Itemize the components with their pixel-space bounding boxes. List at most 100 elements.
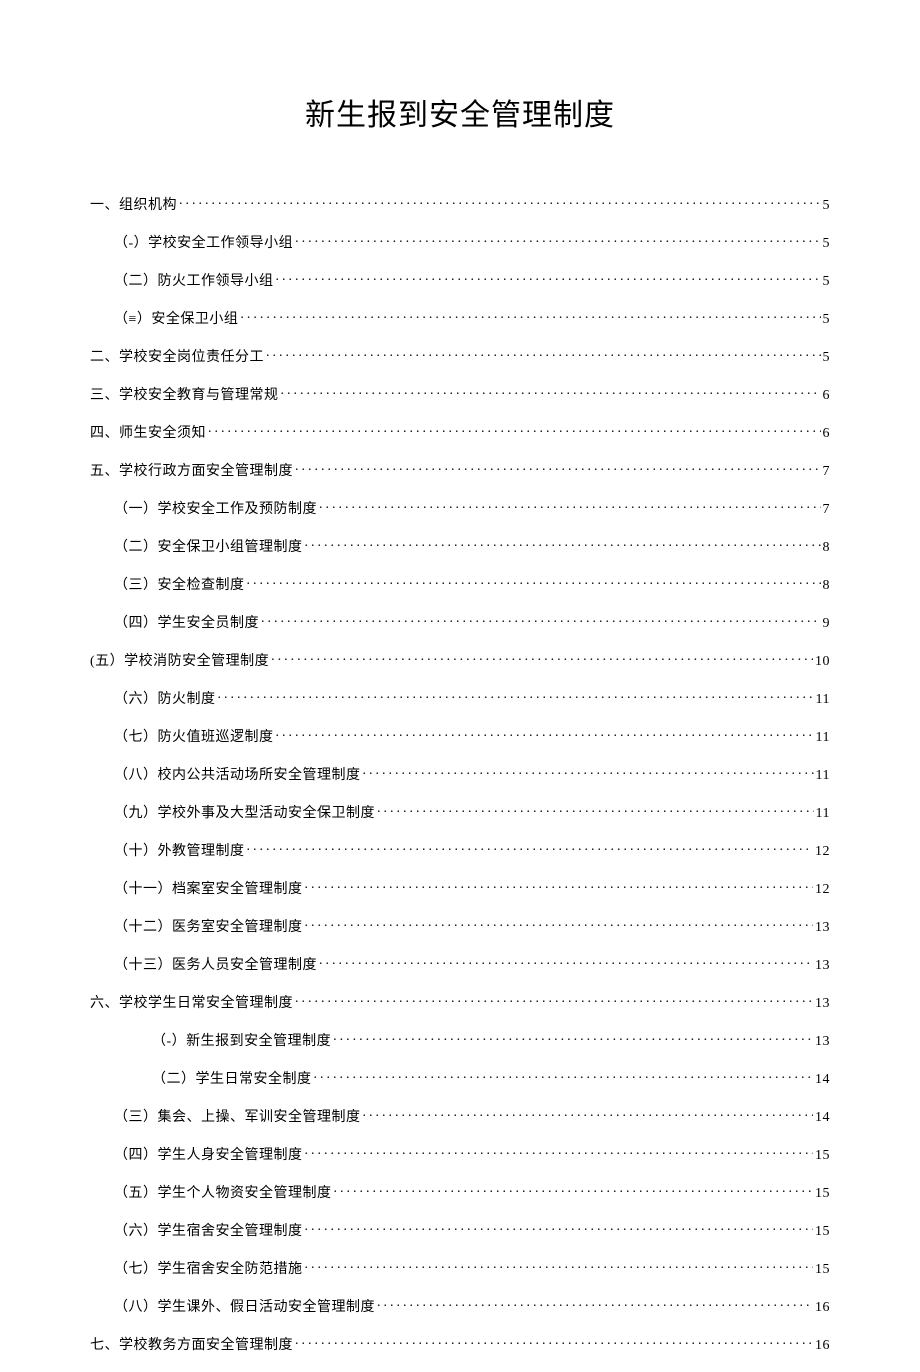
toc-entry-label: （七）防火值班巡逻制度 <box>114 726 274 746</box>
toc-entry: （八）学生课外、假日活动安全管理制度 16 <box>114 1296 830 1316</box>
toc-entry-label: （六）学生宿舍安全管理制度 <box>114 1220 303 1240</box>
toc-leader <box>295 993 813 1007</box>
toc-entry-label: （二）防火工作领导小组 <box>114 270 274 290</box>
toc-leader <box>247 841 814 855</box>
toc-leader <box>261 613 821 627</box>
toc-entry: 三、学校安全教育与管理常规6 <box>90 384 830 404</box>
toc-leader <box>319 955 813 969</box>
toc-entry-label: （一）学校安全工作及预防制度 <box>114 498 317 518</box>
toc-leader <box>271 651 813 665</box>
toc-entry-page: 15 <box>815 1148 830 1164</box>
toc-entry-label: （十三）医务人员安全管理制度 <box>114 954 317 974</box>
toc-entry: （二）防火工作领导小组 5 <box>114 270 830 290</box>
toc-entry-label: 四、师生安全须知 <box>90 422 206 442</box>
toc-entry-page: 5 <box>823 236 831 252</box>
toc-entry-label: （七）学生宿舍安全防范措施 <box>114 1258 303 1278</box>
toc-entry-label: （三）安全检查制度 <box>114 574 245 594</box>
toc-entry-label: （-）新生报到安全管理制度 <box>152 1030 331 1050</box>
toc-entry-page: 16 <box>815 1300 830 1316</box>
toc-entry-page: 14 <box>815 1072 830 1088</box>
toc-leader <box>314 1069 814 1083</box>
toc-entry-page: 15 <box>815 1186 830 1202</box>
toc-entry-label: （-）学校安全工作领导小组 <box>114 232 293 252</box>
toc-entry-page: 15 <box>815 1262 830 1278</box>
toc-entry: （-）学校安全工作领导小组 5 <box>114 232 830 252</box>
toc-entry: （十一）档案室安全管理制度 12 <box>114 878 830 898</box>
toc-entry: 一、组织机构5 <box>90 194 830 214</box>
toc-entry: 四、师生安全须知 6 <box>90 422 830 442</box>
toc-entry-label: （八）校内公共活动场所安全管理制度 <box>114 764 361 784</box>
toc-entry: （三）安全检查制度 8 <box>114 574 830 594</box>
toc-leader <box>266 347 821 361</box>
toc-entry: （七）防火值班巡逻制度 11 <box>114 726 830 746</box>
toc-entry-label: 七、学校教务方面安全管理制度 <box>90 1334 293 1354</box>
toc-entry: 六、学校学生日常安全管理制度13 <box>90 992 830 1012</box>
toc-entry-page: 5 <box>823 312 831 328</box>
page-title: 新生报到安全管理制度 <box>90 90 830 134</box>
toc-leader <box>208 423 821 437</box>
toc-leader <box>247 575 821 589</box>
toc-entry: （二）学生日常安全制度14 <box>152 1068 830 1088</box>
toc-entry-page: 8 <box>823 578 831 594</box>
toc-entry: （十二）医务室安全管理制度 13 <box>114 916 830 936</box>
toc-entry: （九）学校外事及大型活动安全保卫制度11 <box>114 802 830 822</box>
toc-entry: （七）学生宿舍安全防范措施 15 <box>114 1258 830 1278</box>
toc-entry-page: 13 <box>815 1034 830 1050</box>
toc-leader <box>319 499 821 513</box>
toc-entry-label: （四）学生人身安全管理制度 <box>114 1144 303 1164</box>
toc-leader <box>334 1183 814 1197</box>
toc-entry-label: （十一）档案室安全管理制度 <box>114 878 303 898</box>
toc-entry: （-）新生报到安全管理制度 13 <box>152 1030 830 1050</box>
toc-entry-page: 7 <box>823 502 831 518</box>
toc-leader <box>363 765 814 779</box>
toc-leader <box>333 1031 813 1045</box>
toc-entry-label: （九）学校外事及大型活动安全保卫制度 <box>114 802 375 822</box>
toc-leader <box>240 309 820 323</box>
toc-leader <box>305 1259 814 1273</box>
toc-leader <box>281 385 821 399</box>
toc-leader <box>377 803 814 817</box>
toc-entry-label: （六）防火制度 <box>114 688 216 708</box>
toc-entry-page: 15 <box>815 1224 830 1240</box>
toc-entry-label: 六、学校学生日常安全管理制度 <box>90 992 293 1012</box>
toc-entry: (五）学校消防安全管理制度10 <box>90 650 830 670</box>
toc-entry-label: （八）学生课外、假日活动安全管理制度 <box>114 1296 375 1316</box>
toc-entry-page: 11 <box>816 768 830 784</box>
toc-entry: （二）安全保卫小组管理制度8 <box>114 536 830 556</box>
toc-entry: 七、学校教务方面安全管理制度 16 <box>90 1334 830 1354</box>
toc-entry: （一）学校安全工作及预防制度 7 <box>114 498 830 518</box>
toc-entry-page: 11 <box>816 692 830 708</box>
toc-leader <box>218 689 814 703</box>
toc-leader <box>179 195 821 209</box>
toc-entry-page: 7 <box>823 464 831 480</box>
toc-entry: 二、学校安全岗位责任分工5 <box>90 346 830 366</box>
toc-entry-page: 5 <box>823 274 831 290</box>
toc-leader <box>377 1297 813 1311</box>
toc-leader <box>305 537 821 551</box>
toc-leader <box>305 917 814 931</box>
toc-entry-label: 三、学校安全教育与管理常规 <box>90 384 279 404</box>
toc-entry: （四）学生安全员制度9 <box>114 612 830 632</box>
toc-entry-page: 6 <box>823 426 831 442</box>
toc-entry-page: 16 <box>815 1338 830 1354</box>
toc-leader <box>276 727 814 741</box>
toc-entry-page: 5 <box>823 198 831 214</box>
toc-entry-page: 10 <box>815 654 830 670</box>
toc-entry-page: 13 <box>815 920 830 936</box>
toc-entry: （三）集会、上操、军训安全管理制度14 <box>114 1106 830 1126</box>
toc-entry-page: 5 <box>823 350 831 366</box>
toc-entry-label: （十）外教管理制度 <box>114 840 245 860</box>
toc-entry: （十三）医务人员安全管理制度13 <box>114 954 830 974</box>
toc-entry-page: 11 <box>816 730 830 746</box>
toc-entry: （四）学生人身安全管理制度 15 <box>114 1144 830 1164</box>
toc-entry-label: （十二）医务室安全管理制度 <box>114 916 303 936</box>
toc-entry-label: （二）安全保卫小组管理制度 <box>114 536 303 556</box>
toc-leader <box>295 461 821 475</box>
toc-entry-label: （三）集会、上操、军训安全管理制度 <box>114 1106 361 1126</box>
toc-entry-page: 12 <box>815 882 830 898</box>
toc-entry: （六）学生宿舍安全管理制度 15 <box>114 1220 830 1240</box>
toc-leader <box>295 233 820 247</box>
toc-entry: （五）学生个人物资安全管理制度 15 <box>114 1182 830 1202</box>
toc-entry-label: （五）学生个人物资安全管理制度 <box>114 1182 332 1202</box>
page: 新生报到安全管理制度 一、组织机构5（-）学校安全工作领导小组5（二）防火工作领… <box>0 0 920 1354</box>
